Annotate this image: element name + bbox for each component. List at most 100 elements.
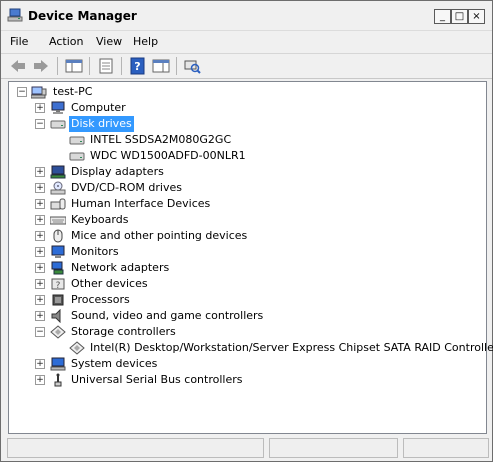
tree-item-label: INTEL SSDSA2M080G2GC (90, 133, 232, 146)
keyboard-icon (50, 216, 66, 225)
title-bar: Device Manager _ □ × (1, 1, 492, 31)
system-devices-icon (50, 357, 66, 371)
tree-item-keyboards[interactable]: + Keyboards (9, 212, 486, 228)
device-tree[interactable]: − test-PC + Computer − Disk drives INTEL SSDSA… (8, 81, 493, 434)
menu-action[interactable]: Action (49, 35, 83, 48)
tree-item-label: Display adapters (71, 165, 164, 178)
disk-drive-icon (50, 120, 66, 129)
tree-item-label: Human Interface Devices (71, 197, 211, 210)
hdd-child-icon (69, 152, 85, 161)
tree-item-label: Computer (71, 101, 126, 114)
properties-icon[interactable] (96, 57, 116, 75)
collapse-icon[interactable]: − (35, 327, 45, 337)
computer-pc-icon (31, 86, 47, 99)
window-title: Device Manager (28, 9, 137, 23)
usb-icon (54, 373, 62, 387)
hid-icon (50, 198, 66, 210)
expand-icon[interactable]: + (35, 103, 45, 113)
storage-controller-icon (50, 325, 66, 339)
expand-icon[interactable]: + (35, 295, 45, 305)
expand-icon[interactable]: + (35, 263, 45, 273)
toolbar-separator (57, 57, 58, 75)
back-icon[interactable] (8, 57, 28, 75)
toolbar-separator (89, 57, 90, 75)
close-button[interactable]: × (468, 9, 485, 24)
forward-icon[interactable] (31, 57, 51, 75)
other-devices-icon: ? (51, 278, 65, 291)
tree-item-label: Mice and other pointing devices (71, 229, 248, 242)
toolbar-separator (176, 57, 177, 75)
tree-item-label: Network adapters (71, 261, 170, 274)
toolbar-separator (121, 57, 122, 75)
expand-icon[interactable]: + (35, 375, 45, 385)
tree-item-label: WDC WD1500ADFD-00NLR1 (90, 149, 246, 162)
menu-view[interactable]: View (96, 35, 122, 48)
tree-item-network-adapters[interactable]: + Network adapters (9, 260, 486, 276)
tree-item-label: DVD/CD-ROM drives (71, 181, 182, 194)
tree-item-mice-and-other-pointing-devices[interactable]: + Mice and other pointing devices (9, 228, 486, 244)
tree-child-item[interactable]: WDC WD1500ADFD-00NLR1 (9, 148, 486, 164)
svg-text:?: ? (56, 281, 61, 291)
help-icon[interactable]: ? (128, 57, 148, 75)
tree-child-item[interactable]: Intel(R) Desktop/Workstation/Server Expr… (9, 340, 493, 356)
collapse-icon[interactable]: − (35, 119, 45, 129)
device-manager-icon (7, 8, 23, 22)
tree-item-human-interface-devices[interactable]: + Human Interface Devices (9, 196, 486, 212)
expand-icon[interactable]: + (35, 199, 45, 209)
tree-item-label: Intel(R) Desktop/Workstation/Server Expr… (90, 341, 493, 354)
display-adapter-icon (50, 165, 66, 179)
tree-item-label: System devices (71, 357, 158, 370)
sound-icon (51, 309, 61, 323)
tree-item-other-devices[interactable]: +? Other devices (9, 276, 486, 292)
tree-item-label: Disk drives (69, 116, 134, 132)
tree-item-universal-serial-bus-controllers[interactable]: + Universal Serial Bus controllers (9, 372, 486, 388)
expand-icon[interactable]: + (35, 247, 45, 257)
processor-icon (52, 294, 64, 306)
menu-file[interactable]: File (10, 35, 28, 48)
show-hide-console-tree-icon[interactable] (64, 57, 84, 75)
mouse-icon (53, 229, 63, 243)
tree-item-label: Monitors (71, 245, 119, 258)
collapse-icon[interactable]: − (17, 87, 27, 97)
expand-icon[interactable]: + (35, 167, 45, 177)
network-adapter-icon (51, 261, 64, 275)
tree-item-label: Universal Serial Bus controllers (71, 373, 243, 386)
tree-item-label: Other devices (71, 277, 148, 290)
show-action-pane-icon[interactable] (151, 57, 171, 75)
tree-child-item[interactable]: INTEL SSDSA2M080G2GC (9, 132, 486, 148)
status-cell-2 (269, 438, 398, 458)
expand-icon[interactable]: + (35, 183, 45, 193)
menu-bar: File Action View Help (1, 31, 492, 54)
tree-item-computer[interactable]: + Computer (9, 100, 486, 116)
tree-item-monitors[interactable]: + Monitors (9, 244, 486, 260)
tree-item-storage-controllers[interactable]: − Storage controllers (9, 324, 486, 340)
status-cell-3 (403, 438, 489, 458)
status-cell-main (7, 438, 264, 458)
tree-item-display-adapters[interactable]: + Display adapters (9, 164, 486, 180)
hdd-child-icon (69, 136, 85, 145)
expand-icon[interactable]: + (35, 359, 45, 369)
toolbar: ? (1, 54, 492, 79)
tree-item-disk-drives[interactable]: − Disk drives (9, 116, 486, 132)
scan-hardware-icon[interactable] (182, 57, 202, 75)
tree-item-dvd-cd-rom-drives[interactable]: + DVD/CD-ROM drives (9, 180, 486, 196)
expand-icon[interactable]: + (35, 231, 45, 241)
monitor-icon (51, 245, 65, 258)
maximize-button[interactable]: □ (451, 9, 468, 24)
menu-help[interactable]: Help (133, 35, 158, 48)
expand-icon[interactable]: + (35, 311, 45, 321)
expand-icon[interactable]: + (35, 279, 45, 289)
status-bar (1, 435, 492, 461)
minimize-button[interactable]: _ (434, 9, 451, 24)
tree-item-system-devices[interactable]: + System devices (9, 356, 486, 372)
tree-item-label: test-PC (53, 85, 93, 98)
svg-text:?: ? (134, 60, 140, 73)
tree-item-label: Keyboards (71, 213, 129, 226)
tree-item-label: Sound, video and game controllers (71, 309, 264, 322)
tree-item-sound-video-and-game-controllers[interactable]: + Sound, video and game controllers (9, 308, 486, 324)
tree-root[interactable]: − test-PC (9, 84, 486, 100)
computer-icon (51, 101, 65, 114)
device-manager-window: Device Manager _ □ × File Action View He… (0, 0, 493, 462)
expand-icon[interactable]: + (35, 215, 45, 225)
tree-item-processors[interactable]: + Processors (9, 292, 486, 308)
